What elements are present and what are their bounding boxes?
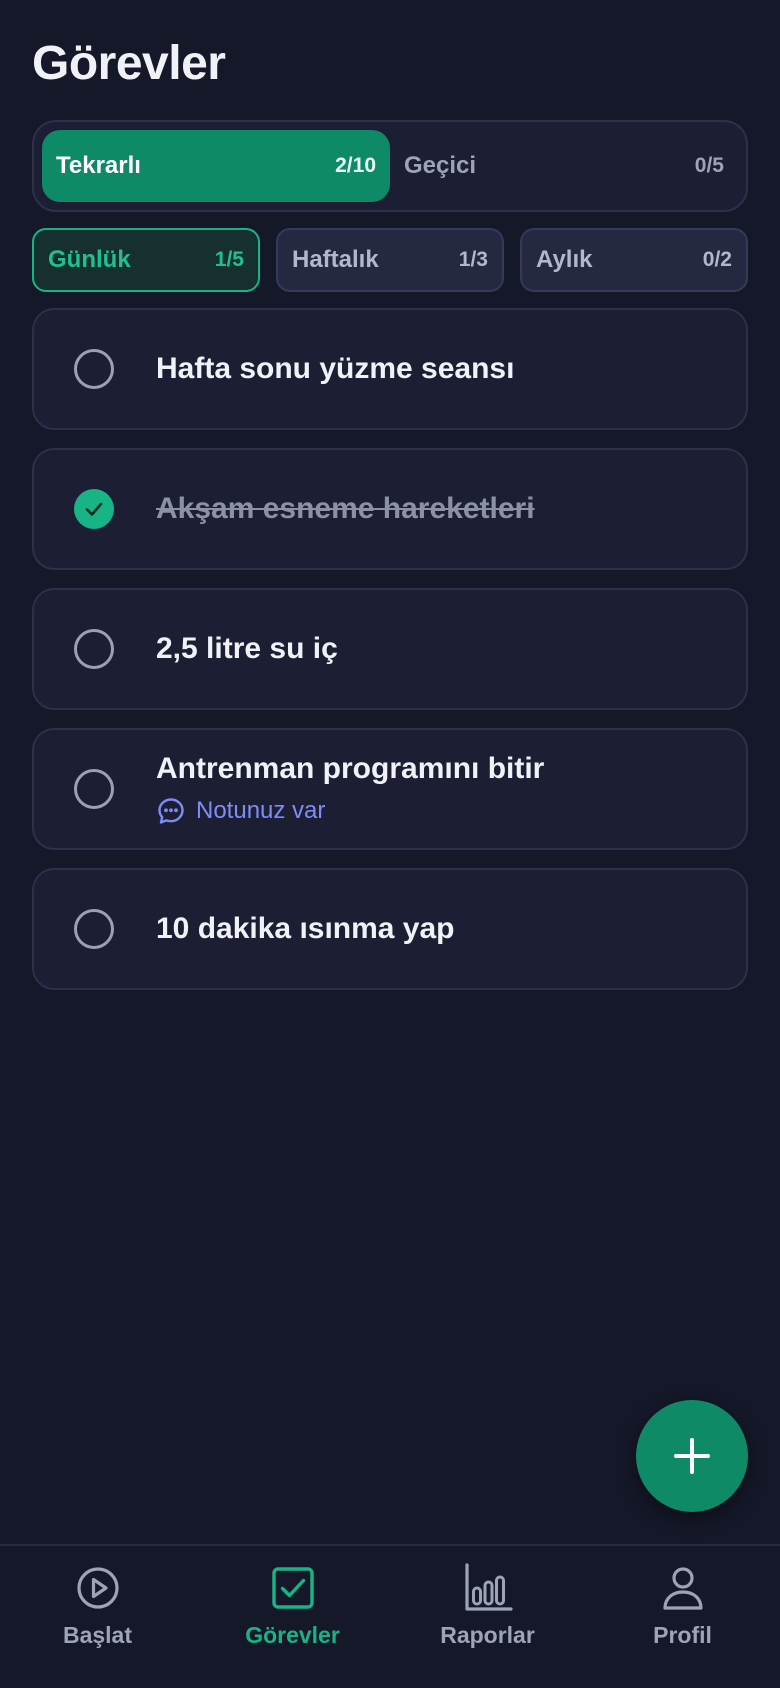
nav-label: Raporlar <box>440 1622 535 1648</box>
segment-count: 0/5 <box>694 154 724 177</box>
nav-label: Görevler <box>245 1622 340 1648</box>
chip-label: Günlük <box>48 246 131 273</box>
chip-daily[interactable]: Günlük 1/5 <box>32 228 260 292</box>
task-checkbox[interactable] <box>74 769 114 809</box>
checkbox-icon <box>271 1567 314 1609</box>
task-title: 2,5 litre su iç <box>156 632 338 665</box>
nav-start[interactable]: Başlat <box>0 1546 195 1688</box>
segment-label: Geçici <box>404 152 477 179</box>
task-checkbox[interactable] <box>74 909 114 949</box>
user-icon <box>662 1567 703 1610</box>
task-type-segmented-control: Tekrarlı 2/10 Geçici 0/5 <box>32 120 748 212</box>
tasks-screen: Görevler Tekrarlı 2/10 Geçici 0/5 Günlük… <box>0 0 780 1688</box>
nav-profile[interactable]: Profil <box>585 1546 780 1688</box>
chip-label: Aylık <box>536 246 593 273</box>
chip-monthly[interactable]: Aylık 0/2 <box>520 228 748 292</box>
play-circle-icon <box>76 1567 119 1609</box>
task-checkbox-checked[interactable] <box>74 489 114 529</box>
plus-icon <box>674 1438 710 1474</box>
task-note-indicator: Notunuz var <box>156 796 544 826</box>
bottom-navigation: Başlat Görevler Raporlar Profil <box>0 1544 780 1688</box>
chat-bubble-icon <box>158 798 184 824</box>
task-item[interactable]: Antrenman programını bitir Notunuz var <box>32 728 748 850</box>
page-title: Görevler <box>32 37 226 90</box>
checkmark-icon <box>85 502 103 516</box>
task-item[interactable]: Hafta sonu yüzme seansı <box>32 308 748 430</box>
chip-count: 0/2 <box>702 248 732 271</box>
segment-label: Tekrarlı <box>56 152 141 179</box>
chip-weekly[interactable]: Haftalık 1/3 <box>276 228 504 292</box>
period-filter: Günlük 1/5 Haftalık 1/3 Aylık 0/2 <box>32 228 748 292</box>
segment-count: 2/10 <box>335 154 376 177</box>
task-title: Antrenman programını bitir <box>156 752 545 785</box>
note-label: Notunuz var <box>196 797 326 824</box>
segment-temporary[interactable]: Geçici 0/5 <box>390 130 738 202</box>
task-title: Akşam esneme hareketleri <box>156 492 535 525</box>
nav-reports[interactable]: Raporlar <box>390 1546 585 1688</box>
chip-label: Haftalık <box>292 246 379 273</box>
chip-count: 1/3 <box>458 248 488 271</box>
task-item[interactable]: Akşam esneme hareketleri <box>32 448 748 570</box>
nav-label: Başlat <box>62 1622 133 1648</box>
task-checkbox[interactable] <box>74 629 114 669</box>
nav-tasks[interactable]: Görevler <box>195 1546 390 1688</box>
segment-recurring[interactable]: Tekrarlı 2/10 <box>42 130 390 202</box>
task-checkbox[interactable] <box>74 349 114 389</box>
task-title: 10 dakika ısınma yap <box>156 912 455 945</box>
task-item[interactable]: 2,5 litre su iç <box>32 588 748 710</box>
task-item[interactable]: 10 dakika ısınma yap <box>32 868 748 990</box>
chip-count: 1/5 <box>214 248 244 271</box>
task-title: Hafta sonu yüzme seansı <box>156 352 515 385</box>
bar-chart-icon <box>464 1563 513 1611</box>
add-task-button[interactable] <box>636 1400 748 1512</box>
task-list: Hafta sonu yüzme seansı Akşam esneme har… <box>32 308 748 990</box>
nav-label: Profil <box>653 1622 712 1648</box>
